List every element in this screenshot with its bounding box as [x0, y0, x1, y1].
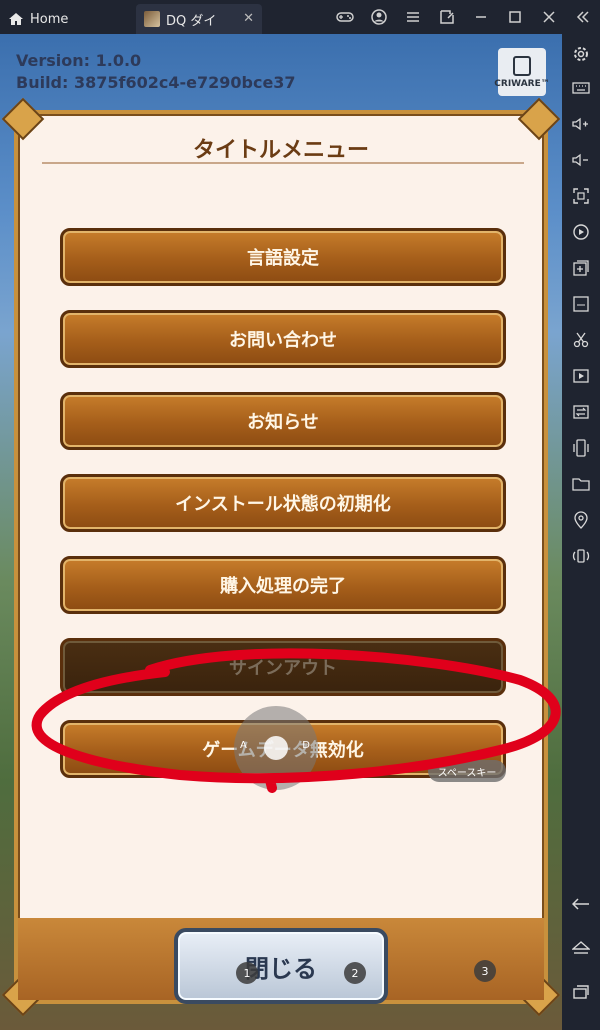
sign-out-button: サインアウト	[60, 638, 506, 696]
joystick-key-a: A	[240, 740, 247, 751]
notices-label: お知らせ	[247, 412, 319, 433]
emulator-sidebar	[562, 34, 600, 1030]
account-icon[interactable]	[362, 0, 396, 34]
title-divider	[42, 162, 524, 164]
volume-up-icon[interactable]	[569, 112, 593, 136]
key-badge-1[interactable]: 1	[236, 962, 258, 984]
reset-install-button[interactable]: インストール状態の初期化	[60, 474, 506, 532]
build-line: Build: 3875f602c4-e7290bce37	[16, 73, 296, 92]
shake-icon[interactable]	[569, 436, 593, 460]
version-info: Version: 1.0.0 Build: 3875f602c4-e7290bc…	[16, 50, 296, 94]
tab-close-icon[interactable]: ✕	[243, 11, 254, 26]
maximize-icon[interactable]	[498, 0, 532, 34]
title-menu-dialog: タイトルメニュー 言語設定 お問い合わせ お知らせ インストール状態の初期化 購…	[1, 97, 561, 1017]
close-icon[interactable]	[532, 0, 566, 34]
dialog-footer: 閉じる	[18, 918, 544, 1004]
criware-logo: CRIWARE™	[494, 48, 550, 96]
version-line: Version: 1.0.0	[16, 51, 142, 70]
screenshot-icon[interactable]	[430, 0, 464, 34]
home-icon	[8, 12, 24, 26]
keyboard-icon[interactable]	[569, 76, 593, 100]
language-settings-button[interactable]: 言語設定	[60, 228, 506, 286]
titlebar-controls	[328, 0, 600, 34]
criware-logo-icon	[513, 55, 531, 76]
sign-out-label: サインアウト	[229, 658, 337, 679]
complete-purchase-button[interactable]: 購入処理の完了	[60, 556, 506, 614]
fullscreen-icon[interactable]	[569, 184, 593, 208]
vibrate-icon[interactable]	[569, 544, 593, 568]
joystick-key-d: D	[302, 740, 310, 751]
key-badge-3[interactable]: 3	[474, 960, 496, 982]
language-settings-label: 言語設定	[247, 248, 319, 269]
contact-button[interactable]: お問い合わせ	[60, 310, 506, 368]
tab-game-label: DQ ダイ	[166, 13, 217, 29]
collapse-icon[interactable]	[566, 0, 600, 34]
folder-icon[interactable]	[569, 472, 593, 496]
scissors-icon[interactable]	[569, 328, 593, 352]
tab-home-label: Home	[30, 11, 69, 27]
complete-purchase-label: 購入処理の完了	[220, 576, 346, 597]
sync-icon[interactable]	[569, 400, 593, 424]
gamepad-icon[interactable]	[328, 0, 362, 34]
volume-down-icon[interactable]	[569, 148, 593, 172]
tab-home[interactable]: Home	[8, 4, 128, 34]
recent-apps-icon[interactable]	[569, 980, 593, 1004]
criware-label: CRIWARE™	[494, 78, 550, 89]
game-thumbnail-icon	[144, 11, 160, 27]
dialog-title: タイトルメニュー	[192, 138, 369, 163]
location-icon[interactable]	[569, 508, 593, 532]
home-nav-icon[interactable]	[569, 936, 593, 960]
key-badge-2[interactable]: 2	[344, 962, 366, 984]
tab-game[interactable]: DQ ダイ ✕	[136, 4, 262, 34]
game-screen[interactable]: Version: 1.0.0 Build: 3875f602c4-e7290bc…	[0, 34, 562, 1030]
notices-button[interactable]: お知らせ	[60, 392, 506, 450]
record-icon[interactable]	[569, 220, 593, 244]
joystick-center	[264, 736, 288, 760]
reset-install-label: インストール状態の初期化	[175, 494, 391, 515]
add-window-icon[interactable]	[569, 256, 593, 280]
minimize-icon[interactable]	[464, 0, 498, 34]
apk-icon[interactable]	[569, 292, 593, 316]
media-icon[interactable]	[569, 364, 593, 388]
settings-icon[interactable]	[569, 42, 593, 66]
space-key-hint[interactable]: スペースキー	[428, 760, 506, 782]
wasd-joystick[interactable]: A D	[234, 706, 318, 790]
menu-icon[interactable]	[396, 0, 430, 34]
back-icon[interactable]	[569, 892, 593, 916]
emulator-titlebar: Home DQ ダイ ✕	[0, 0, 600, 34]
contact-label: お問い合わせ	[229, 330, 337, 351]
